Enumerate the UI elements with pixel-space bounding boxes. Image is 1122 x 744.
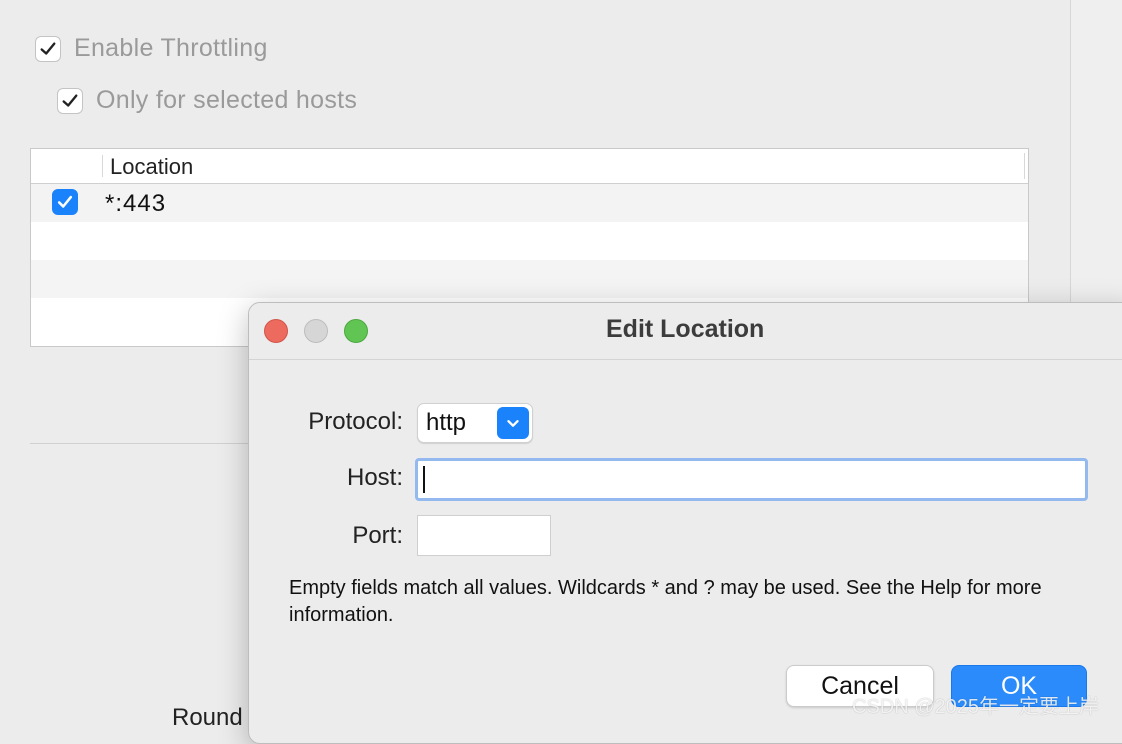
column-separator (1024, 153, 1025, 179)
protocol-select[interactable]: http (417, 403, 533, 443)
port-input[interactable] (417, 515, 551, 556)
table-row-empty (31, 222, 1028, 260)
checkmark-icon (62, 94, 78, 107)
table-row[interactable]: *:443 (31, 184, 1028, 222)
text-caret (423, 466, 425, 493)
dialog-titlebar: Edit Location (249, 303, 1122, 360)
watermark: CSDN @2025年一定要上岸 (852, 696, 1100, 718)
enable-throttling-label: Enable Throttling (74, 34, 268, 62)
minimize-window-button[interactable] (304, 319, 328, 343)
column-separator (102, 155, 103, 177)
row-location: *:443 (105, 190, 167, 217)
host-input[interactable] (415, 458, 1088, 501)
table-header: Location (31, 149, 1028, 184)
checkmark-icon (40, 42, 56, 55)
enable-throttling-checkbox[interactable] (35, 36, 61, 62)
port-label: Port: (352, 522, 403, 549)
host-label: Host: (346, 464, 403, 491)
edit-location-dialog: Edit Location Protocol: http Host: Port:… (248, 302, 1122, 744)
help-text: Empty fields match all values. Wildcards… (289, 577, 1042, 626)
only-selected-hosts-checkbox[interactable] (57, 88, 83, 114)
row-enabled-checkbox[interactable] (52, 189, 78, 215)
chevron-down-icon[interactable] (497, 407, 529, 439)
table-row-empty (31, 260, 1028, 298)
checkmark-icon (57, 195, 73, 208)
protocol-label: Protocol: (308, 408, 403, 435)
partial-label: Round (172, 704, 243, 731)
protocol-value: http (426, 409, 467, 436)
location-column-header[interactable]: Location (110, 154, 193, 180)
close-window-button[interactable] (264, 319, 288, 343)
only-selected-hosts-label: Only for selected hosts (96, 86, 358, 114)
zoom-window-button[interactable] (344, 319, 368, 343)
dialog-title: Edit Location (606, 315, 765, 343)
